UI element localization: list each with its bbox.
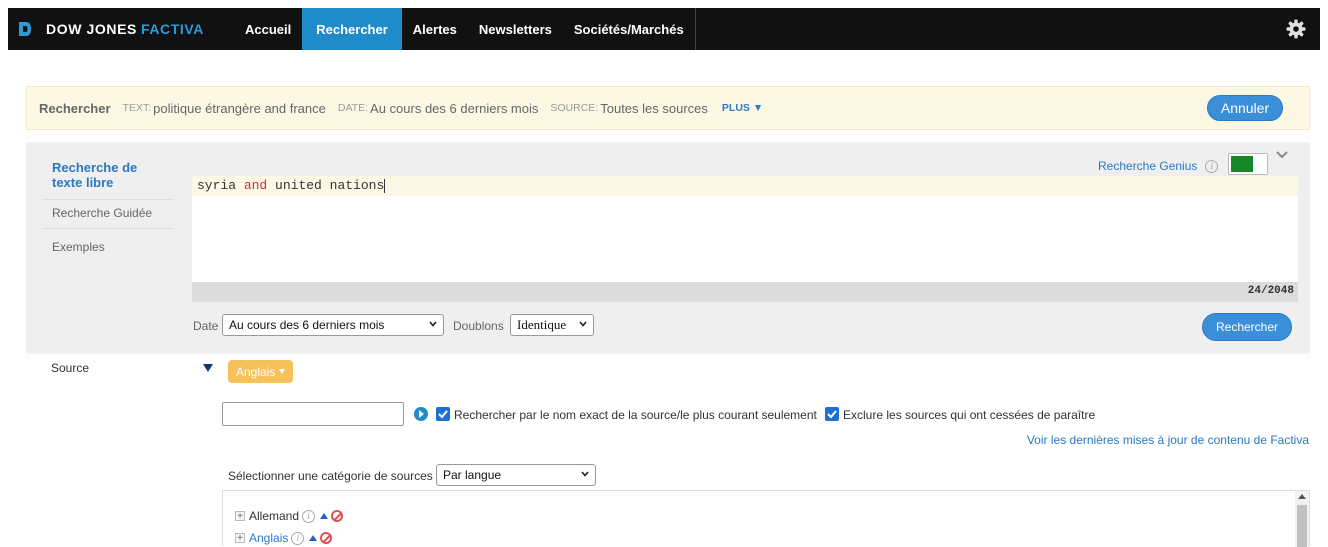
main-nav: Accueil Rechercher Alertes Newsletters S… bbox=[234, 8, 696, 50]
duplicates-label: Doublons bbox=[453, 319, 504, 333]
sidebar-divider bbox=[42, 199, 174, 200]
include-arrow-icon[interactable] bbox=[320, 513, 329, 519]
summary-title: Rechercher bbox=[39, 100, 111, 116]
exclude-icon[interactable] bbox=[320, 532, 333, 544]
character-counter-bar: 24/2048 bbox=[192, 282, 1298, 302]
toggle-on-indicator bbox=[1231, 156, 1253, 172]
chevron-down-icon bbox=[579, 321, 587, 327]
source-category-select[interactable]: Par langue bbox=[436, 464, 596, 486]
summary-source-value: Toutes les sources bbox=[600, 100, 708, 116]
sidebar-item-examples[interactable]: Exemples bbox=[52, 240, 174, 254]
editor-current-line[interactable]: syria and united nations bbox=[192, 176, 1298, 196]
exclude-ceased-checkbox[interactable] bbox=[825, 407, 839, 421]
summary-text-value: politique étrangère and france bbox=[153, 100, 326, 116]
date-range-select[interactable]: Au cours des 6 derniers mois bbox=[222, 314, 444, 336]
brand-logo[interactable]: DOW JONES FACTIVA bbox=[18, 8, 204, 50]
collapse-triangle-icon[interactable] bbox=[203, 364, 213, 372]
search-button[interactable]: Rechercher bbox=[1202, 313, 1292, 341]
genius-toggle[interactable] bbox=[1228, 153, 1268, 175]
language-filter-pill[interactable]: Anglais bbox=[228, 360, 294, 383]
caret-down-icon: ▼ bbox=[752, 102, 764, 114]
sidebar-divider bbox=[42, 228, 174, 229]
character-counter: 24/2048 bbox=[1247, 285, 1294, 297]
checkmark-icon bbox=[438, 410, 448, 419]
source-search-input[interactable] bbox=[222, 402, 404, 426]
scroll-up-arrow-icon[interactable] bbox=[1298, 494, 1306, 499]
chevron-down-icon bbox=[581, 471, 589, 477]
summary-date-value: Au cours des 6 derniers mois bbox=[370, 100, 539, 116]
expand-plus-icon[interactable]: + bbox=[235, 533, 245, 544]
checkmark-icon bbox=[827, 410, 837, 419]
nav-newsletters[interactable]: Newsletters bbox=[468, 8, 563, 50]
gear-icon[interactable] bbox=[1286, 19, 1306, 39]
source-label: Source bbox=[51, 361, 90, 375]
factiva-logo-icon bbox=[19, 22, 31, 36]
exclude-icon[interactable] bbox=[331, 510, 344, 522]
summary-source-key: SOURCE: bbox=[550, 102, 599, 114]
search-summary-bar: Rechercher TEXT: politique étrangère and… bbox=[26, 86, 1310, 130]
query-term: syria bbox=[197, 178, 237, 193]
nav-accueil[interactable]: Accueil bbox=[234, 8, 302, 50]
exact-name-checkbox[interactable] bbox=[436, 407, 450, 421]
text-caret bbox=[384, 178, 386, 193]
include-arrow-icon[interactable] bbox=[309, 535, 318, 541]
query-term: united nations bbox=[275, 178, 385, 193]
search-text-editor[interactable]: syria and united nations bbox=[192, 176, 1298, 282]
tree-item-label[interactable]: Allemand bbox=[249, 509, 299, 523]
info-icon[interactable]: i bbox=[302, 509, 316, 523]
summary-text-key: TEXT: bbox=[122, 102, 152, 114]
tree-row-allemand: + Allemand i bbox=[235, 509, 344, 523]
tree-scrollbar[interactable] bbox=[1295, 491, 1309, 547]
query-operator: and bbox=[243, 178, 268, 193]
chevron-down-icon[interactable] bbox=[1276, 150, 1288, 160]
nav-societes-marches[interactable]: Sociétés/Marchés bbox=[563, 8, 696, 50]
tree-item-label[interactable]: Anglais bbox=[249, 531, 288, 545]
exact-name-label: Rechercher par le nom exact de la source… bbox=[454, 408, 817, 422]
cancel-button[interactable]: Annuler bbox=[1207, 95, 1283, 121]
brand-name: DOW JONES FACTIVA bbox=[46, 21, 205, 37]
source-category-label: Sélectionner une catégorie de sources bbox=[228, 469, 433, 483]
scroll-thumb[interactable] bbox=[1297, 505, 1307, 547]
source-tree: + Allemand i + Anglais i bbox=[222, 490, 1310, 547]
exclude-ceased-label: Exclure les sources qui ont cessées de p… bbox=[843, 408, 1096, 422]
sidebar-item-free-text[interactable]: Recherche de texte libre bbox=[52, 160, 162, 190]
caret-down-icon bbox=[279, 369, 286, 374]
top-navigation-bar: DOW JONES FACTIVA Accueil Rechercher Aler… bbox=[8, 8, 1320, 50]
date-label: Date bbox=[193, 319, 219, 333]
summary-more-link[interactable]: PLUS ▼ bbox=[722, 102, 763, 114]
chevron-down-icon bbox=[429, 321, 437, 327]
sidebar-item-guided[interactable]: Recherche Guidée bbox=[52, 206, 174, 220]
info-icon[interactable]: i bbox=[291, 531, 305, 545]
tree-row-anglais: + Anglais i bbox=[235, 531, 333, 545]
summary-date-key: DATE: bbox=[337, 102, 369, 114]
expand-plus-icon[interactable]: + bbox=[235, 511, 245, 522]
duplicates-select[interactable]: Identique bbox=[510, 314, 594, 336]
play-arrow-icon[interactable] bbox=[414, 407, 428, 421]
content-updates-link[interactable]: Voir les dernières mises à jour de conte… bbox=[1027, 433, 1309, 447]
genius-search-label: Recherche Genius i bbox=[1098, 159, 1219, 173]
nav-rechercher[interactable]: Rechercher bbox=[302, 8, 402, 50]
info-icon[interactable]: i bbox=[1205, 159, 1219, 173]
nav-alertes[interactable]: Alertes bbox=[402, 8, 468, 50]
